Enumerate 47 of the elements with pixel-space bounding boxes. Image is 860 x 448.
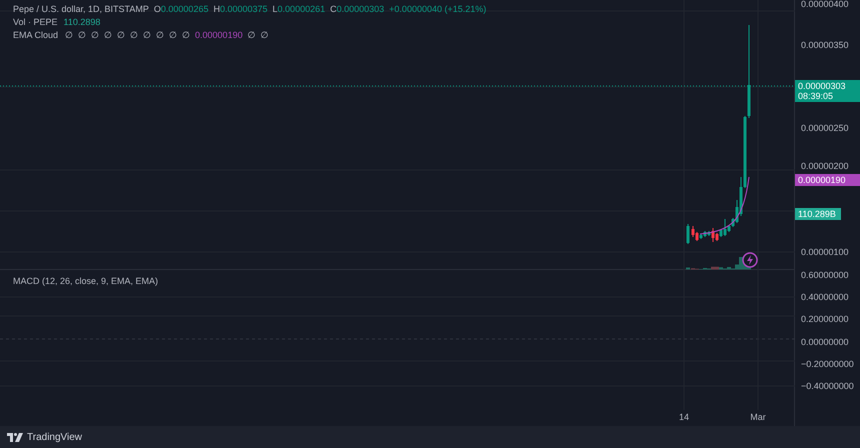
volume-label: Vol · PEPE: [13, 17, 58, 27]
empty-value: ∅: [248, 30, 256, 40]
macd-label: 0.20000000: [801, 314, 849, 324]
ohlc-value: 0.00000303: [336, 4, 384, 14]
ohlc-value: 0.00000375: [220, 4, 268, 14]
macd-label: −0.40000000: [801, 381, 854, 391]
volume-badge: 110.289B: [795, 208, 841, 220]
indicator-badge: 0.00000190: [795, 174, 860, 186]
empty-value: ∅: [104, 30, 112, 40]
candle: [686, 224, 690, 244]
empty-value: ∅: [169, 30, 178, 40]
empty-value: ∅: [182, 30, 190, 40]
macd-label: 0.60000000: [801, 270, 849, 280]
ohlc-value: 0.00000265: [160, 4, 208, 14]
ohlc-label: L: [272, 4, 278, 14]
empty-value: ∅: [260, 30, 269, 40]
macd-label: −0.20000000: [801, 359, 854, 369]
macd-label: 0.40000000: [801, 292, 849, 302]
ohlc-value: 0.00000261: [278, 4, 326, 14]
empty-value: ∅: [117, 30, 126, 40]
ohlc-label: C: [330, 4, 337, 14]
indicator-value: 0.00000190: [195, 30, 243, 40]
empty-value: ∅: [130, 30, 138, 40]
price-label: 0.00000350: [801, 40, 849, 50]
price-label: 0.00000250: [801, 123, 849, 133]
symbol-title: Pepe / U.S. dollar, 1D, BITSTAMP: [13, 4, 149, 14]
price-change: +0.00000040 (+15.21%): [389, 4, 486, 14]
last-price-badge: 0.00000303 08:39:05: [795, 80, 860, 102]
empty-value: ∅: [78, 30, 86, 40]
time-label: Mar: [750, 411, 766, 424]
time-label: 14: [679, 411, 689, 424]
indicator-label: MACD (12, 26, close, 9, EMA, EMA): [12, 275, 160, 286]
empty-value: ∅: [156, 30, 164, 40]
macd-label: 0.00000000: [801, 337, 849, 347]
ohlc-label: H: [213, 4, 220, 14]
volume-value: 110.2898: [64, 17, 100, 27]
price-label: 0.00000100: [801, 247, 849, 257]
ema-line: [700, 176, 750, 234]
price-label: 0.00000400: [801, 0, 849, 9]
empty-value: ∅: [143, 30, 152, 40]
price-label: 0.00000200: [801, 161, 849, 171]
ohlc-label: O: [154, 4, 161, 14]
empty-value: ∅: [65, 30, 74, 40]
logo-icon: [7, 432, 23, 442]
indicator-label: EMA Cloud: [13, 30, 58, 40]
empty-value: ∅: [91, 30, 100, 40]
brand-name: TradingView: [27, 430, 82, 444]
